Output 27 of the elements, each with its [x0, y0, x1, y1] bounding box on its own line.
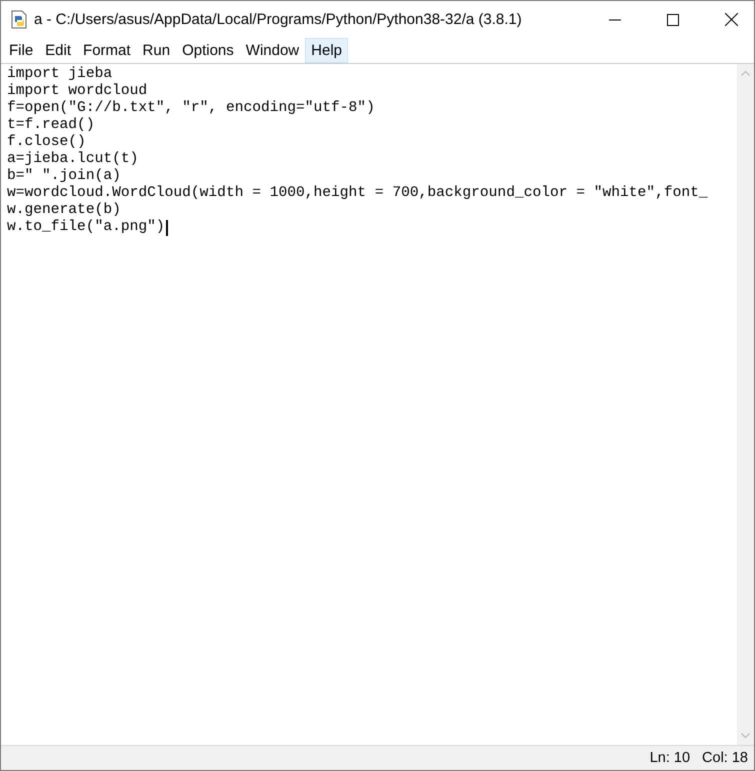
code-line: b=" ".join(a) — [7, 168, 121, 185]
menu-item[interactable]: File — [3, 38, 40, 63]
text-cursor — [166, 220, 168, 236]
code-line: f=open("G://b.txt", "r", encoding="utf-8") — [7, 100, 375, 117]
code-line: t=f.read() — [7, 117, 95, 134]
vertical-scrollbar[interactable] — [737, 64, 754, 745]
code-line: import jieba — [7, 66, 112, 83]
scroll-down-icon[interactable] — [741, 733, 750, 739]
maximize-icon — [667, 14, 679, 26]
menu-item[interactable]: Format — [77, 38, 137, 63]
menu-item[interactable]: Edit — [39, 38, 78, 63]
code-line: w.to_file("a.png") — [7, 219, 165, 236]
code-line: f.close() — [7, 134, 86, 151]
code-line: w=wordcloud.WordCloud(width = 1000,height = 700,background_color = "white",font_ — [7, 185, 708, 202]
code-line: w.generate(b) — [7, 202, 121, 219]
menu-item[interactable]: Help — [305, 38, 348, 63]
menu-item[interactable]: Options — [176, 38, 240, 63]
code-line: a=jieba.lcut(t) — [7, 151, 138, 168]
python-file-icon — [11, 10, 28, 29]
menu-item[interactable]: Window — [240, 38, 306, 63]
window-title: a - C:/Users/asus/AppData/Local/Programs/Python/Python38-32/a (3.8.1) — [34, 11, 523, 28]
menu-item[interactable]: Run — [136, 38, 176, 63]
line-number-status: Ln: 10 — [650, 750, 690, 766]
column-number-status: Col: 18 — [702, 750, 748, 766]
scroll-up-icon[interactable] — [741, 70, 750, 76]
code-line: import wordcloud — [7, 83, 148, 100]
close-icon — [724, 13, 738, 26]
